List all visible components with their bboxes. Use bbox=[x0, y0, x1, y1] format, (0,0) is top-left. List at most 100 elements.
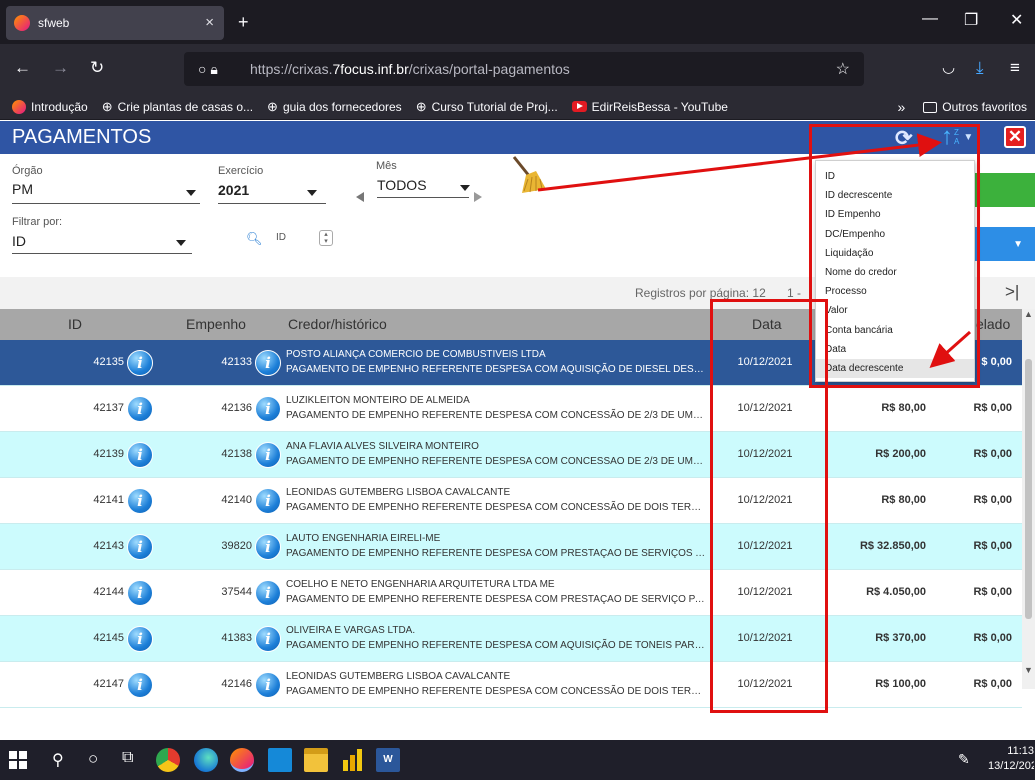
info-icon[interactable]: i bbox=[255, 534, 281, 560]
broom-icon[interactable] bbox=[508, 155, 548, 195]
bookmarks-overflow-icon[interactable]: » bbox=[898, 99, 906, 115]
table-row[interactable]: 42143 i 39820 i LAUTO ENGENHARIA EIRELI-ME PA… bbox=[0, 524, 1022, 570]
file-explorer-icon[interactable] bbox=[304, 748, 328, 772]
table-row[interactable]: 42147 i 42146 i LEONIDAS GUTEMBERG LISBOA CA… bbox=[0, 662, 1022, 708]
chevron-down-icon[interactable] bbox=[460, 185, 470, 191]
info-icon[interactable]: i bbox=[255, 488, 281, 514]
scroll-up-icon[interactable]: ▲ bbox=[1024, 309, 1033, 319]
sort-menu-item[interactable]: ID decrescente bbox=[816, 186, 974, 205]
sort-button[interactable]: ↑ ZA ▼ bbox=[941, 125, 973, 149]
info-icon[interactable]: i bbox=[127, 672, 153, 698]
info-icon[interactable]: i bbox=[127, 350, 153, 376]
sort-menu-item[interactable]: Data decrescente bbox=[816, 358, 974, 379]
browser-tab[interactable]: sfweb × bbox=[6, 6, 224, 40]
word-icon[interactable]: W bbox=[376, 748, 400, 772]
bookmark-youtube[interactable]: EdirReisBessa - YouTube bbox=[571, 100, 728, 114]
sort-menu-item[interactable]: Data bbox=[816, 340, 974, 359]
exercicio-select[interactable]: 2021 bbox=[218, 182, 249, 198]
pocket-icon[interactable]: ◡ bbox=[942, 58, 955, 76]
cortana-icon[interactable]: ○ bbox=[88, 749, 98, 769]
power-bi-icon[interactable] bbox=[340, 748, 364, 772]
scroll-thumb[interactable] bbox=[1025, 359, 1032, 619]
filtrar-select[interactable]: ID bbox=[12, 233, 26, 249]
info-icon[interactable]: i bbox=[127, 396, 153, 422]
cell-data: 10/12/2021 bbox=[737, 356, 793, 368]
table-row[interactable]: 42139 i 42138 i ANA FLAVIA ALVES SILVEIRA MO… bbox=[0, 432, 1022, 478]
column-header-empenho[interactable]: Empenho bbox=[186, 316, 246, 332]
windows-start-icon[interactable] bbox=[8, 750, 28, 770]
search-icon[interactable]: ⚲ bbox=[52, 750, 64, 770]
table-row[interactable]: 42145 i 41383 i OLIVEIRA E VARGAS LTDA. PAGAM… bbox=[0, 616, 1022, 662]
bookmark-curso[interactable]: ⊕ Curso Tutorial de Proj... bbox=[416, 99, 558, 115]
forward-icon[interactable]: → bbox=[52, 58, 69, 78]
chevron-down-icon[interactable] bbox=[186, 190, 196, 196]
other-bookmarks[interactable]: Outros favoritos bbox=[942, 100, 1027, 114]
bookmark-introducao[interactable]: Introdução bbox=[12, 99, 88, 114]
search-icon: 🔍︎ bbox=[246, 231, 263, 246]
reload-icon[interactable]: ↻ bbox=[90, 58, 104, 78]
sort-menu-item[interactable]: DC/Empenho bbox=[816, 225, 974, 244]
bookmark-star-icon[interactable]: ☆ bbox=[836, 59, 850, 79]
mail-icon[interactable] bbox=[268, 748, 292, 772]
sort-menu-item[interactable]: Conta bancária bbox=[816, 321, 974, 340]
info-icon[interactable]: i bbox=[127, 442, 153, 468]
column-header-credor[interactable]: Credor/histórico bbox=[288, 316, 387, 332]
info-icon[interactable]: i bbox=[255, 396, 281, 422]
info-icon[interactable]: i bbox=[127, 534, 153, 560]
chevron-down-icon[interactable] bbox=[176, 240, 186, 246]
column-header-anulado[interactable]: elado bbox=[976, 316, 1010, 332]
sort-menu-item[interactable]: Nome do credor bbox=[816, 263, 974, 282]
cell-valor: R$ 370,00 bbox=[875, 632, 926, 644]
pen-icon[interactable]: ✎ bbox=[958, 751, 970, 768]
info-icon[interactable]: i bbox=[127, 626, 153, 652]
taskbar-clock[interactable]: 11:13 13/12/2021 bbox=[988, 744, 1034, 774]
table-row[interactable]: 42137 i 42136 i LUZIKLEITON MONTEIRO DE ALME… bbox=[0, 386, 1022, 432]
info-icon[interactable]: i bbox=[255, 350, 281, 376]
url-bar[interactable]: ○ 🔒︎ https://crixas. 7focus.inf.br/crixas… bbox=[184, 52, 864, 86]
menu-icon[interactable]: ≡ bbox=[1010, 58, 1020, 78]
column-header-data[interactable]: Data bbox=[752, 316, 782, 332]
cell-valor: R$ 80,00 bbox=[881, 402, 926, 414]
download-icon[interactable]: ⤓ bbox=[976, 58, 984, 78]
sort-menu-item[interactable]: ID Empenho bbox=[816, 205, 974, 224]
orgao-select[interactable]: PM bbox=[12, 181, 33, 197]
firefox-icon[interactable] bbox=[230, 748, 254, 772]
minimize-icon[interactable]: — bbox=[922, 10, 938, 28]
restore-icon[interactable]: ❐ bbox=[964, 10, 978, 30]
new-tab-icon[interactable]: + bbox=[238, 12, 249, 33]
cell-id: 42139 bbox=[93, 448, 124, 460]
column-header-id[interactable]: ID bbox=[68, 316, 82, 332]
info-icon[interactable]: i bbox=[127, 580, 153, 606]
info-icon[interactable]: i bbox=[255, 580, 281, 606]
close-window-icon[interactable]: ✕ bbox=[1010, 10, 1023, 30]
table-row[interactable]: 42141 i 42140 i LEONIDAS GUTEMBERG LISBOA CA… bbox=[0, 478, 1022, 524]
back-icon[interactable]: ← bbox=[14, 58, 31, 78]
sort-menu-item[interactable]: ID bbox=[816, 167, 974, 186]
bookmark-plantas[interactable]: ⊕ Crie plantas de casas o... bbox=[102, 99, 253, 115]
task-view-icon[interactable]: ⧉ bbox=[122, 749, 133, 767]
close-tab-icon[interactable]: × bbox=[205, 14, 214, 31]
close-app-icon[interactable]: ✕ bbox=[1004, 126, 1026, 148]
credor-historico: PAGAMENTO DE EMPENHO REFERENTE DESPESA C… bbox=[286, 364, 706, 375]
mes-select[interactable]: TODOS bbox=[377, 177, 427, 193]
credor-name: LUZIKLEITON MONTEIRO DE ALMEIDA bbox=[286, 395, 470, 406]
scroll-down-icon[interactable]: ▼ bbox=[1024, 665, 1033, 675]
bookmark-guia[interactable]: ⊕ guia dos fornecedores bbox=[267, 99, 402, 115]
sort-menu-item[interactable]: Valor bbox=[816, 301, 974, 320]
sort-menu-item[interactable]: Processo bbox=[816, 282, 974, 301]
info-icon[interactable]: i bbox=[255, 442, 281, 468]
chrome-icon[interactable] bbox=[156, 748, 180, 772]
info-icon[interactable]: i bbox=[255, 626, 281, 652]
refresh-icon[interactable]: ⟳ bbox=[895, 126, 913, 151]
scrollbar[interactable]: ▲ ▼ bbox=[1022, 309, 1035, 689]
next-month-icon[interactable] bbox=[474, 192, 482, 202]
previous-month-icon[interactable] bbox=[356, 192, 364, 202]
table-row[interactable]: 42144 i 37544 i COELHO E NETO ENGENHARIA ARQ… bbox=[0, 570, 1022, 616]
edge-icon[interactable] bbox=[194, 748, 218, 772]
number-stepper[interactable]: ▴ ▾ bbox=[319, 230, 333, 246]
info-icon[interactable]: i bbox=[127, 488, 153, 514]
info-icon[interactable]: i bbox=[255, 672, 281, 698]
last-page-button[interactable]: >| bbox=[1005, 282, 1019, 302]
chevron-down-icon[interactable] bbox=[307, 190, 317, 196]
sort-menu-item[interactable]: Liquidação bbox=[816, 244, 974, 263]
